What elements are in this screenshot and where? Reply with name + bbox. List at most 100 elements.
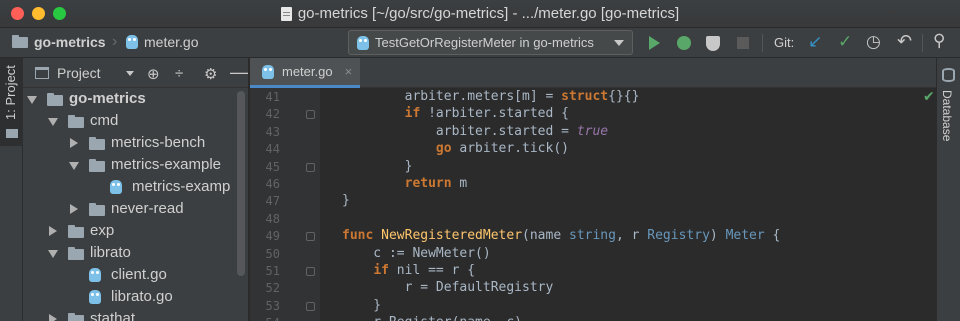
tree-item[interactable]: cmd [23, 110, 236, 132]
collapsed-arrow-icon[interactable] [49, 314, 57, 321]
run-icon[interactable] [649, 36, 660, 50]
collapse-all-icon[interactable]: ÷ [175, 65, 183, 82]
tree-item[interactable]: client.go [23, 264, 236, 286]
go-file-icon [126, 35, 138, 49]
code-line[interactable]: arbiter.started = true [342, 124, 608, 139]
chevron-down-icon[interactable] [126, 71, 134, 76]
code-line[interactable]: } [342, 193, 350, 208]
breadcrumb-separator-icon: › [112, 33, 118, 50]
code-token: , r [615, 228, 648, 244]
git-history-icon[interactable]: ◷ [866, 32, 881, 52]
project-tool-tab[interactable]: 1: Project [0, 58, 23, 146]
close-icon[interactable]: × [345, 64, 353, 79]
database-icon[interactable] [942, 68, 955, 82]
tab-meter-go[interactable]: meter.go × [250, 58, 360, 88]
code-line[interactable]: return m [342, 176, 468, 191]
code-token: } [342, 297, 382, 313]
code-line[interactable]: go arbiter.tick() [342, 141, 569, 156]
expanded-arrow-icon[interactable] [69, 162, 79, 170]
hide-panel-icon[interactable]: — [230, 62, 248, 83]
tree-item[interactable]: go-metrics [23, 88, 236, 110]
project-panel: Project ⊕ ÷ ⚙ — go-metrics cmd metrics-ben… [23, 58, 249, 321]
git-commit-icon[interactable]: ✓ [838, 32, 852, 52]
tree-item[interactable]: metrics-example [23, 154, 236, 176]
tree-item-label: go-metrics [69, 90, 146, 107]
tree-item[interactable]: librato.go [23, 286, 236, 308]
fold-expand-icon[interactable] [306, 162, 315, 172]
run-configuration-dropdown[interactable]: TestGetOrRegisterMeter in go-metrics [348, 30, 633, 55]
title-bar: go-metrics [~/go/src/go-metrics] - .../m… [0, 0, 960, 28]
code-line[interactable]: if !arbiter.started { [342, 106, 569, 121]
tree-item[interactable]: exp [23, 220, 236, 242]
code-token: return [404, 176, 452, 191]
search-icon[interactable]: ⚲ [933, 31, 945, 51]
fold-collapse-icon[interactable] [306, 110, 315, 120]
code-line[interactable]: } [342, 158, 413, 174]
code-token: NewRegisteredMeter [381, 228, 523, 244]
tree-item[interactable]: metrics-examp [23, 176, 236, 198]
code-line[interactable]: r = DefaultRegistry [342, 280, 554, 295]
fold-expand-icon[interactable] [306, 301, 315, 311]
coverage-icon[interactable] [706, 36, 720, 51]
tree-item[interactable]: librato [23, 242, 236, 264]
line-number: 48 [265, 211, 280, 226]
line-number: 43 [265, 124, 280, 139]
project-tool-tab-label: 1: Project [3, 65, 18, 120]
folder-icon [68, 247, 84, 260]
expanded-arrow-icon[interactable] [48, 118, 58, 126]
line-number: 53 [265, 298, 280, 313]
database-tool-tab[interactable]: Database [940, 90, 954, 141]
breadcrumb-file[interactable]: meter.go [126, 34, 198, 50]
code-token: struct [561, 89, 609, 104]
debug-icon[interactable] [677, 36, 691, 50]
folder-icon [89, 203, 105, 216]
minimize-window-button[interactable] [32, 7, 45, 20]
breadcrumb-project[interactable]: go-metrics [12, 34, 106, 50]
code-line[interactable]: arbiter.meters[m] = struct{}{} [342, 89, 640, 104]
code-line[interactable]: if nil == r { [342, 263, 475, 278]
run-configuration-label: TestGetOrRegisterMeter in go-metrics [375, 35, 594, 50]
code-token: if [404, 106, 421, 122]
code-line[interactable]: } [342, 298, 381, 313]
collapsed-arrow-icon[interactable] [70, 138, 78, 148]
line-number: 54 [240, 316, 280, 321]
code-token: string [569, 228, 616, 244]
close-window-button[interactable] [11, 7, 24, 20]
code-editor[interactable]: arbiter.meters[m] = struct{}{} if !arbit… [320, 88, 936, 321]
line-number: 47 [265, 194, 280, 209]
gear-icon[interactable]: ⚙ [204, 65, 217, 83]
code-token: { [764, 228, 781, 244]
locate-file-icon[interactable]: ⊕ [147, 65, 160, 83]
git-rollback-icon[interactable]: ↶ [897, 31, 912, 52]
tree-item[interactable]: stathat [23, 308, 236, 321]
tree-item-label: cmd [90, 112, 119, 129]
fold-collapse-icon[interactable] [306, 232, 315, 242]
tree-item[interactable]: metrics-bench [23, 132, 236, 154]
code-token: } [342, 158, 413, 174]
git-update-icon[interactable]: ↙ [808, 32, 822, 52]
code-line[interactable]: func NewRegisteredMeter(name string, r R… [342, 228, 780, 243]
navigation-bar: go-metrics › meter.go TestGetOrRegisterM… [0, 28, 960, 58]
collapsed-arrow-icon[interactable] [49, 226, 57, 236]
tree-item[interactable]: never-read [23, 198, 236, 220]
breadcrumb-project-label: go-metrics [34, 34, 106, 50]
collapsed-arrow-icon[interactable] [70, 204, 78, 214]
project-view-selector[interactable]: Project [57, 65, 101, 81]
code-token: } [342, 193, 350, 209]
folder-icon [6, 129, 18, 138]
expanded-arrow-icon[interactable] [48, 250, 58, 258]
expanded-arrow-icon[interactable] [27, 96, 37, 104]
stop-icon[interactable] [737, 37, 749, 49]
code-token: !arbiter.started { [420, 106, 569, 122]
code-line[interactable]: r.Register(name, c) [342, 315, 522, 321]
code-line[interactable]: c := NewMeter() [342, 246, 490, 261]
code-token: nil == r { [388, 263, 476, 278]
fold-collapse-icon[interactable] [306, 267, 315, 276]
zoom-window-button[interactable] [53, 7, 66, 20]
breadcrumb-file-label: meter.go [144, 34, 199, 50]
code-token: Registry [647, 228, 710, 244]
tree-item-label: exp [90, 222, 115, 239]
